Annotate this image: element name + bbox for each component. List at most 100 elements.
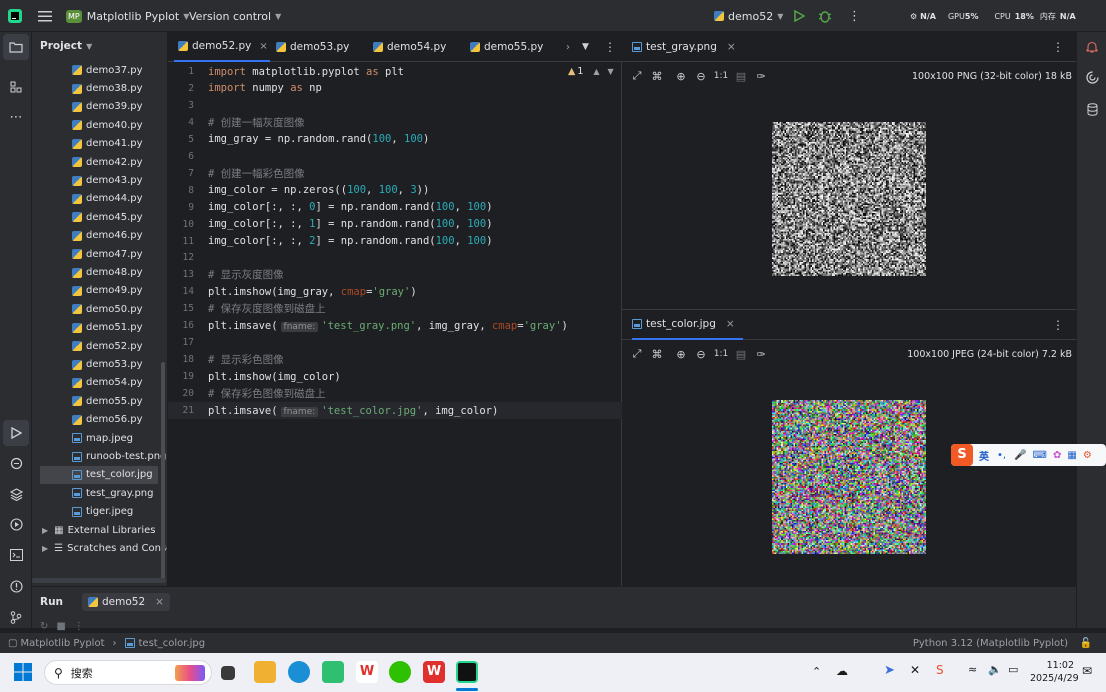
run-icon[interactable]: [793, 0, 805, 32]
tab-demo52[interactable]: demo52.py ×: [174, 32, 270, 62]
close-icon[interactable]: ×: [726, 318, 735, 330]
skin-icon[interactable]: ✿: [1053, 450, 1061, 461]
run-config-tab[interactable]: demo52 ×: [82, 593, 170, 611]
pycharm-logo-icon[interactable]: [8, 0, 24, 32]
main-menu-icon[interactable]: [38, 0, 52, 32]
python-packages-icon[interactable]: [0, 481, 32, 507]
project-panel-header[interactable]: Project ▼: [40, 40, 92, 52]
ime-lang[interactable]: 英: [979, 448, 989, 463]
more-tools-icon[interactable]: ⋯: [0, 104, 32, 130]
horizontal-scrollbar[interactable]: [32, 578, 166, 583]
lock-icon[interactable]: 🔓: [1080, 638, 1092, 649]
file-tree-item[interactable]: demo48.py: [40, 263, 158, 281]
file-tree-item[interactable]: test_gray.png: [40, 484, 158, 502]
windows-start-icon[interactable]: [14, 663, 32, 684]
tab-test-color[interactable]: test_color.jpg ×: [632, 310, 743, 340]
color-picker-icon[interactable]: ✑: [751, 70, 771, 83]
code-line[interactable]: 8 img_color = np.zeros((100, 100, 3)): [168, 182, 622, 199]
code-line[interactable]: 14 plt.imshow(img_gray, cmap='gray'): [168, 283, 622, 300]
breadcrumb-file[interactable]: test_color.jpg: [139, 638, 206, 649]
vcs-menu[interactable]: Version control ▼: [189, 0, 281, 32]
zoom-out-icon[interactable]: ⊖: [691, 348, 711, 361]
actual-size-button[interactable]: 1:1: [711, 71, 731, 81]
code-line[interactable]: 21 plt.imsave(fname:'test_color.jpg', img…: [168, 402, 622, 419]
background-icon[interactable]: ▤: [731, 348, 751, 361]
file-tree-item[interactable]: demo45.py: [40, 208, 158, 226]
file-tree-item[interactable]: demo41.py: [40, 135, 158, 153]
file-tree-item[interactable]: map.jpeg: [40, 429, 158, 447]
interpreter-label[interactable]: Python 3.12 (Matplotlib Pyplot): [913, 638, 1068, 649]
structure-tool-icon[interactable]: [0, 74, 32, 100]
code-line[interactable]: 19 plt.imshow(img_color): [168, 368, 622, 385]
file-tree-item[interactable]: tiger.jpeg: [40, 503, 158, 521]
close-icon[interactable]: ×: [727, 41, 736, 53]
tab-demo55[interactable]: demo55.py: [470, 32, 543, 62]
more-actions-icon[interactable]: ⋮: [74, 621, 84, 632]
edge-icon[interactable]: [288, 661, 310, 683]
ai-assistant-icon[interactable]: [1077, 64, 1106, 90]
database-icon[interactable]: [1077, 96, 1106, 122]
code-line[interactable]: 5 img_gray = np.random.rand(100, 100): [168, 131, 622, 148]
wechat-store-icon[interactable]: [322, 661, 344, 683]
sogou-logo-icon[interactable]: S: [951, 444, 973, 466]
terminal-icon[interactable]: [0, 542, 32, 568]
background-icon[interactable]: ▤: [731, 70, 751, 83]
file-tree-item[interactable]: demo44.py: [40, 190, 158, 208]
tab-scroll-icon[interactable]: ›: [566, 32, 570, 62]
close-icon[interactable]: ×: [155, 596, 164, 608]
file-tree-item[interactable]: demo37.py: [40, 61, 158, 79]
file-tree-item[interactable]: demo43.py: [40, 171, 158, 189]
file-tree-item[interactable]: demo52.py: [40, 337, 158, 355]
file-tree-item[interactable]: demo38.py: [40, 79, 158, 97]
fit-zoom-icon[interactable]: ⤢: [627, 347, 647, 361]
code-line[interactable]: 15 # 保存灰度图像到磁盘上: [168, 300, 622, 317]
settings-icon[interactable]: ⚙: [1083, 450, 1092, 461]
volume-icon[interactable]: 🔈: [988, 663, 1002, 676]
clock[interactable]: 11:02 2025/4/29: [1030, 659, 1079, 685]
more-actions-icon[interactable]: ⋮: [848, 0, 861, 32]
wechat-icon[interactable]: [389, 661, 411, 683]
actual-size-button[interactable]: 1:1: [711, 349, 731, 359]
taskbar-search[interactable]: ⚲ 搜索: [44, 660, 212, 685]
vertical-scrollbar[interactable]: [161, 362, 165, 582]
file-tree-item[interactable]: runoob-test.png: [40, 447, 166, 465]
close-icon[interactable]: ×: [259, 41, 267, 52]
file-explorer-icon[interactable]: [254, 661, 276, 683]
file-tree-item[interactable]: demo42.py: [40, 153, 158, 171]
services-icon[interactable]: [0, 511, 32, 537]
code-line[interactable]: 4 # 创建一幅灰度图像: [168, 114, 622, 131]
scratches-node[interactable]: ▶ ☰ Scratches and Consoles: [42, 539, 167, 557]
external-libraries-node[interactable]: ▶ ▦ External Libraries: [42, 521, 167, 539]
file-tree-item[interactable]: demo50.py: [40, 300, 158, 318]
python-console-icon[interactable]: [0, 450, 32, 476]
rerun-icon[interactable]: ↻: [40, 621, 48, 632]
file-tree-item[interactable]: demo53.py: [40, 355, 158, 373]
punctuation-icon[interactable]: •,: [997, 450, 1006, 461]
project-switcher[interactable]: MP Matplotlib Pyplot ▼: [66, 0, 189, 32]
file-tree-item[interactable]: test_color.jpg: [40, 465, 158, 485]
chevron-down-icon[interactable]: ▼: [582, 32, 589, 62]
chevron-up-icon[interactable]: ⌃: [812, 665, 821, 678]
microphone-icon[interactable]: 🎤: [1014, 450, 1026, 461]
sogou-tray-icon[interactable]: S: [936, 663, 944, 677]
code-line[interactable]: 12: [168, 249, 622, 266]
keyboard-icon[interactable]: ⌨: [1033, 450, 1047, 461]
git-icon[interactable]: [0, 604, 32, 630]
color-picker-icon[interactable]: ✑: [751, 348, 771, 361]
debug-icon[interactable]: [818, 0, 832, 32]
pycharm-taskbar-icon[interactable]: [456, 661, 478, 683]
code-line[interactable]: 18 # 显示彩色图像: [168, 351, 622, 368]
code-line[interactable]: 1 import matplotlib.pyplot as plt: [168, 63, 622, 80]
file-tree-item[interactable]: demo46.py: [40, 227, 158, 245]
code-line[interactable]: 16 plt.imsave(fname:'test_gray.png', img_…: [168, 317, 622, 334]
code-line[interactable]: 7 # 创建一幅彩色图像: [168, 165, 622, 182]
file-tree-item[interactable]: demo39.py: [40, 98, 158, 116]
notifications-icon[interactable]: [1077, 34, 1106, 60]
send-icon[interactable]: ➤: [884, 663, 895, 678]
more-actions-icon[interactable]: ⋮: [1052, 318, 1064, 332]
code-line[interactable]: 6: [168, 148, 622, 165]
more-actions-icon[interactable]: ⋮: [604, 32, 616, 62]
run-tool-icon[interactable]: [3, 420, 29, 446]
wps-icon[interactable]: W: [356, 661, 378, 683]
toolbox-icon[interactable]: ▦: [1067, 450, 1076, 461]
